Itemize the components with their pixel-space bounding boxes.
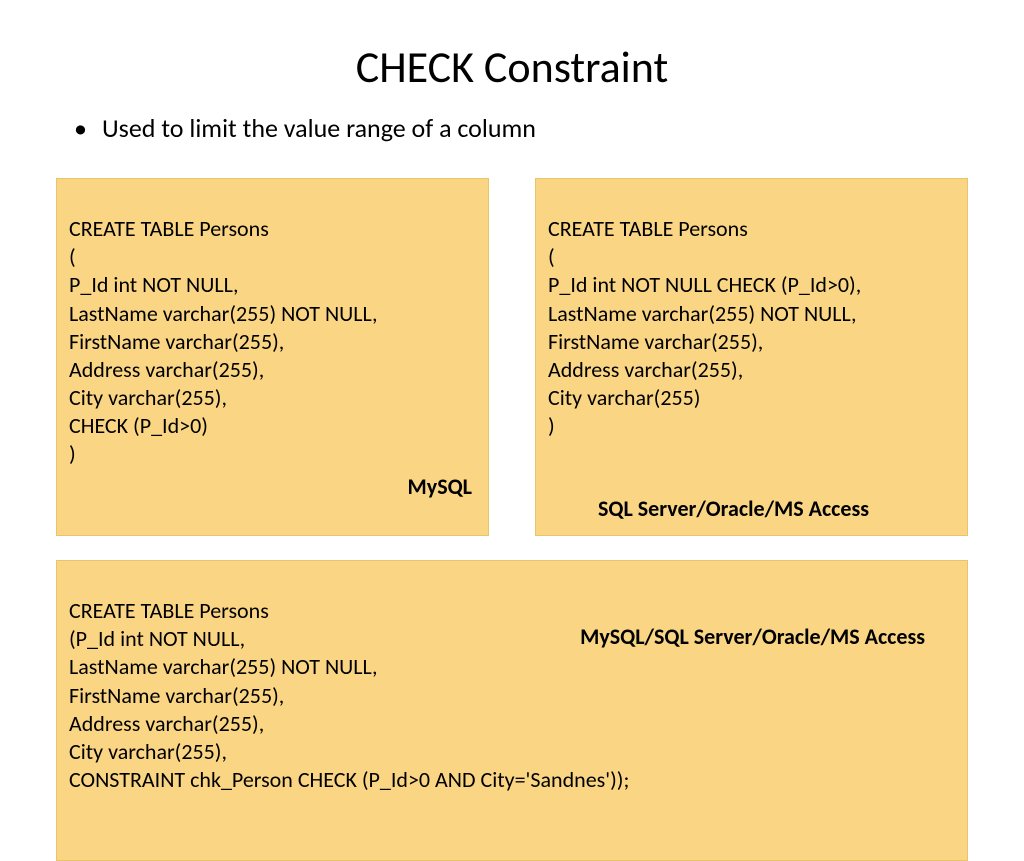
code-text: CREATE TABLE Persons ( P_Id int NOT NULL… — [548, 215, 955, 440]
code-row-top: CREATE TABLE Persons ( P_Id int NOT NULL… — [56, 178, 968, 536]
bullet-dot-icon: • — [74, 112, 102, 144]
code-label-mysql: MySQL — [408, 473, 472, 501]
slide-title: CHECK Constraint — [56, 40, 968, 94]
code-label-sqlserver: SQL Server/Oracle/MS Access — [598, 495, 869, 523]
code-text: CREATE TABLE Persons ( P_Id int NOT NULL… — [69, 215, 476, 468]
slide: CHECK Constraint • Used to limit the val… — [0, 0, 1024, 768]
code-box-sqlserver: CREATE TABLE Persons ( P_Id int NOT NULL… — [535, 178, 968, 536]
code-box-mysql: CREATE TABLE Persons ( P_Id int NOT NULL… — [56, 178, 489, 536]
code-label-all: MySQL/SQL Server/Oracle/MS Access — [580, 623, 925, 651]
bullet-item: • Used to limit the value range of a col… — [74, 112, 968, 144]
code-box-all: CREATE TABLE Persons (P_Id int NOT NULL,… — [56, 560, 968, 861]
bullet-text: Used to limit the value range of a colum… — [102, 112, 536, 144]
